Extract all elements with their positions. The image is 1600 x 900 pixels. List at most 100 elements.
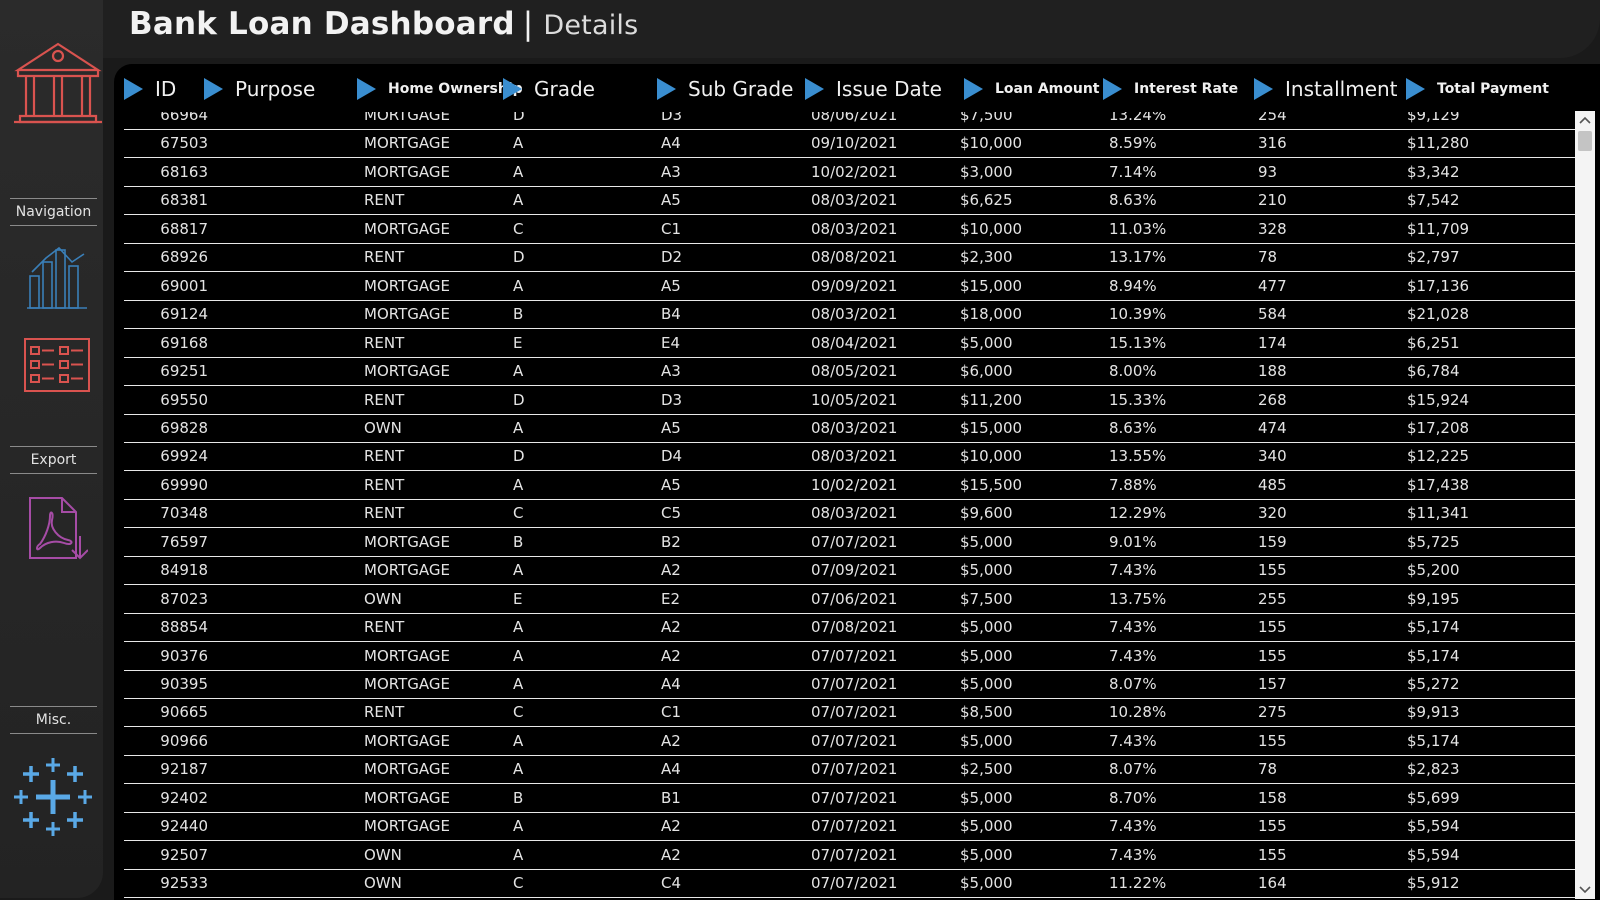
table-row[interactable]: 90376 MORTGAGE A A2 07/07/2021 $5,000 7.43% 155… — [124, 642, 1584, 671]
table-row[interactable]: 88854 RENT A A2 07/08/2021 $5,000 7.43% 155 $5,1… — [124, 613, 1584, 643]
cell-total-payment: $6,251 — [1407, 333, 1460, 352]
table-row[interactable]: 68817 MORTGAGE C C1 08/03/2021 $10,000 11.03% 3… — [124, 215, 1584, 244]
cell-installment: 485 — [1258, 475, 1287, 494]
cell-issue-date: 10/05/2021 — [811, 390, 898, 409]
column-header-interest-rate[interactable]: Interest Rate — [1103, 64, 1238, 114]
column-header-total-payment[interactable]: Total Payment — [1406, 64, 1549, 114]
table-row[interactable]: 90966 MORTGAGE A A2 07/07/2021 $5,000 7.43% 155… — [124, 727, 1584, 756]
cell-home-ownership: MORTGAGE — [364, 219, 450, 238]
cell-total-payment: $5,912 — [1407, 874, 1460, 893]
cell-loan-amount: $6,000 — [960, 362, 1013, 381]
cell-interest-rate: 8.59% — [1109, 134, 1157, 153]
table-row[interactable]: 69990 RENT A A5 10/02/2021 $15,500 7.88% 485 $17… — [124, 471, 1584, 500]
cell-loan-amount: $2,300 — [960, 248, 1013, 267]
column-header-loan-amount[interactable]: Loan Amount — [964, 64, 1100, 114]
table-row[interactable]: 68163 MORTGAGE A A3 10/02/2021 $3,000 7.14% 93 $… — [124, 158, 1584, 187]
table-row[interactable]: 69124 MORTGAGE B B4 08/03/2021 $18,000 10.39% 5… — [124, 300, 1584, 330]
table-row[interactable]: 84918 MORTGAGE A A2 07/09/2021 $5,000 7.43% 155… — [124, 556, 1584, 586]
table-row[interactable]: 90395 MORTGAGE A A4 07/07/2021 $5,000 8.07% 157… — [124, 670, 1584, 699]
cell-grade: A — [513, 191, 524, 210]
table-row[interactable]: 67503 MORTGAGE A A4 09/10/2021 $10,000 8.59% 31… — [124, 129, 1584, 159]
cell-installment: 340 — [1258, 447, 1287, 466]
cell-total-payment: $5,594 — [1407, 845, 1460, 864]
cell-grade: A — [513, 675, 524, 693]
cell-sub-grade: A4 — [661, 134, 681, 153]
cell-sub-grade: A3 — [661, 162, 681, 181]
table-row[interactable]: 68926 RENT D D2 08/08/2021 $2,300 13.17% 78 $2,7… — [124, 243, 1584, 273]
cell-grade: C — [513, 874, 524, 893]
cell-issue-date: 09/10/2021 — [811, 134, 898, 153]
table-row[interactable]: 69828 OWN A A5 08/03/2021 $15,000 8.63% 474 $17,… — [124, 414, 1584, 443]
cell-issue-date: 08/08/2021 — [811, 248, 898, 267]
cell-interest-rate: 8.70% — [1109, 788, 1157, 807]
cell-grade: A — [513, 646, 524, 665]
column-header-grade[interactable]: Grade — [503, 64, 595, 114]
pdf-download-icon[interactable] — [28, 496, 89, 562]
list-icon[interactable] — [24, 338, 90, 392]
cell-home-ownership: RENT — [364, 504, 405, 523]
table-row[interactable]: 69550 RENT D D3 10/05/2021 $11,200 15.33% 268 $1… — [124, 386, 1584, 415]
bar-chart-icon[interactable] — [26, 246, 88, 310]
scroll-up-button[interactable] — [1575, 111, 1595, 129]
cell-sub-grade: A5 — [661, 418, 681, 437]
cell-loan-amount: $7,500 — [960, 589, 1013, 608]
column-header-purpose[interactable]: Purpose — [204, 64, 315, 114]
page-subtitle: Details — [543, 10, 639, 41]
cell-interest-rate: 10.28% — [1109, 703, 1167, 722]
cell-issue-date: 07/07/2021 — [811, 760, 898, 779]
cell-installment: 155 — [1258, 817, 1287, 836]
table-row[interactable]: 76597 MORTGAGE B B2 07/07/2021 $5,000 9.01% 159… — [124, 528, 1584, 557]
cell-grade: E — [513, 333, 523, 352]
table-row[interactable]: 66964 MORTGAGE D D3 08/06/2021 $7,500 13.24% 25… — [124, 112, 1584, 130]
cell-interest-rate: 13.55% — [1109, 447, 1167, 466]
column-header-sub-grade[interactable]: Sub Grade — [657, 64, 793, 114]
app-root: Navigation Export Misc. Bank Loan Dashbo… — [0, 0, 1600, 900]
cell-home-ownership: OWN — [364, 418, 402, 437]
cell-grade: A — [513, 162, 524, 181]
table-row[interactable]: 92187 MORTGAGE A A4 07/07/2021 $2,500 8.07% 78 $… — [124, 755, 1584, 785]
cell-installment: 477 — [1258, 276, 1287, 295]
cell-home-ownership: MORTGAGE — [364, 362, 450, 381]
cell-issue-date: 07/07/2021 — [811, 532, 898, 551]
column-header-issue-date[interactable]: Issue Date — [805, 64, 942, 114]
scroll-down-button[interactable] — [1575, 881, 1595, 899]
cell-sub-grade: A5 — [661, 475, 681, 494]
cell-home-ownership: OWN — [364, 589, 402, 608]
cell-total-payment: $11,709 — [1407, 219, 1470, 238]
table-row[interactable]: 69001 MORTGAGE A A5 09/09/2021 $15,000 8.94% 47… — [124, 272, 1584, 301]
vertical-scrollbar[interactable] — [1575, 111, 1595, 899]
cell-grade: A — [513, 817, 524, 836]
column-label: Interest Rate — [1134, 81, 1239, 97]
table-row[interactable]: 92402 MORTGAGE B B1 07/07/2021 $5,000 8.70% 158… — [124, 784, 1584, 813]
table-row[interactable]: 92440 MORTGAGE A A2 07/07/2021 $5,000 7.43% 155… — [124, 812, 1584, 842]
bank-icon — [12, 36, 104, 130]
table-row[interactable]: 87023 OWN E E2 07/06/2021 $7,500 13.75% 255 $9,1… — [124, 585, 1584, 614]
column-header-home-ownership[interactable]: Home Ownership — [357, 64, 523, 114]
cell-id: 92187 — [160, 760, 208, 779]
column-header-installment[interactable]: Installment — [1254, 64, 1398, 114]
column-header-id[interactable]: ID — [124, 64, 176, 114]
cell-interest-rate: 11.22% — [1109, 874, 1167, 893]
cell-issue-date: 08/03/2021 — [811, 191, 898, 210]
cell-interest-rate: 7.43% — [1109, 618, 1157, 637]
scrollbar-thumb[interactable] — [1578, 131, 1592, 151]
table-row[interactable]: 70348 RENT C C5 08/03/2021 $9,600 12.29% 320 $11… — [124, 499, 1584, 529]
sort-arrow-icon — [357, 78, 376, 100]
cell-home-ownership: OWN — [364, 874, 402, 893]
cell-issue-date: 07/08/2021 — [811, 618, 898, 637]
cell-sub-grade: A2 — [661, 731, 681, 750]
cell-grade: A — [513, 760, 524, 779]
table-row[interactable]: 69251 MORTGAGE A A3 08/05/2021 $6,000 8.00% 188… — [124, 357, 1584, 387]
table-row[interactable]: 90665 RENT C C1 07/07/2021 $8,500 10.28% 275 $9,… — [124, 698, 1584, 728]
sort-arrow-icon — [805, 78, 824, 100]
tableau-icon[interactable] — [12, 756, 94, 838]
table-row[interactable]: 92507 OWN A A2 07/07/2021 $5,000 7.43% 155 $5,59… — [124, 841, 1584, 870]
cell-home-ownership: MORTGAGE — [364, 276, 450, 295]
cell-id: 70348 — [160, 504, 208, 523]
table-row[interactable]: 69168 RENT E E4 08/04/2021 $5,000 15.13% 174 $6,… — [124, 329, 1584, 358]
table-row[interactable]: 92533 OWN C C4 07/07/2021 $5,000 11.22% 164 $5,9… — [124, 869, 1584, 899]
table-row[interactable]: 69924 RENT D D4 08/03/2021 $10,000 13.55% 340 $1… — [124, 442, 1584, 472]
cell-installment: 78 — [1258, 760, 1278, 779]
table-row[interactable]: 68381 RENT A A5 08/03/2021 $6,625 8.63% 210 $7,5… — [124, 186, 1584, 216]
cell-issue-date: 10/02/2021 — [811, 475, 898, 494]
